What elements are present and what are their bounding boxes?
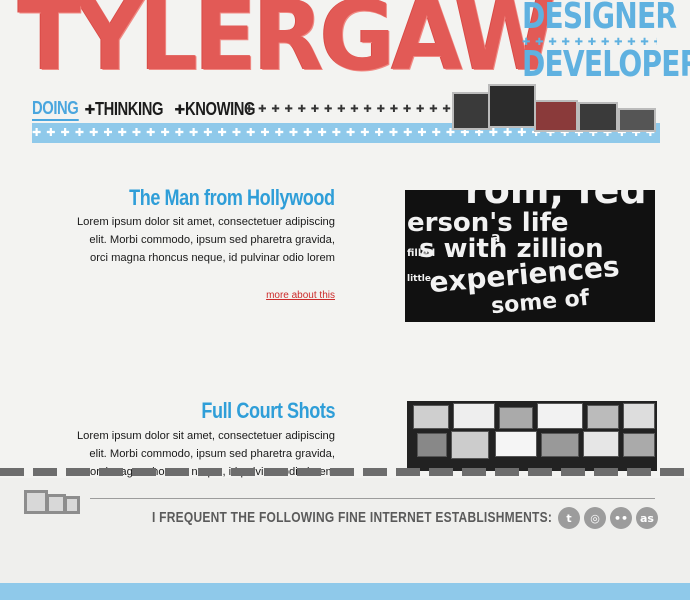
nav-thinking[interactable]: THINKING bbox=[95, 99, 163, 120]
article-title[interactable]: Full Court Shots bbox=[201, 398, 335, 424]
tv-icon bbox=[24, 486, 88, 516]
footer-establishments-text: I FREQUENT THE FOLLOWING FINE INTERNET E… bbox=[151, 509, 552, 526]
tagline-developer: DEVELOPER bbox=[522, 44, 690, 85]
nav-separator-icon: ✚ bbox=[174, 101, 186, 117]
article-excerpt: Lorem ipsum dolor sit amet, consectetuer… bbox=[76, 216, 335, 264]
main-nav: DOING ✚ THINKING ✚ KNOWING bbox=[32, 98, 271, 121]
dribbble-icon[interactable]: ◎ bbox=[584, 507, 606, 529]
social-links: t ◎ •• as bbox=[558, 507, 658, 529]
monitors-illustration bbox=[448, 82, 660, 142]
nav-doing[interactable]: DOING bbox=[32, 98, 79, 121]
flickr-icon[interactable]: •• bbox=[610, 507, 632, 529]
nav-separator-icon: ✚ bbox=[84, 101, 96, 117]
article-thumbnail-2[interactable] bbox=[407, 401, 657, 471]
site-header: TYLERGAW DESIGNER DEVELOPER ✚ ✚ ✚ ✚ ✚ ✚ … bbox=[0, 0, 690, 150]
tagline-ornament: ✚ ✚ ✚ ✚ ✚ ✚ ✚ ✚ ✚ ✚ ✚ ✚ ✚ ✚ ✚ ✚ ✚ ✚ ✚ ✚ … bbox=[522, 37, 657, 48]
nav-ornament: ✚ ✚ ✚ ✚ ✚ ✚ ✚ ✚ ✚ ✚ ✚ ✚ ✚ ✚ ✚ ✚ ✚ ✚ ✚ ✚ … bbox=[245, 104, 455, 115]
site-logo[interactable]: TYLERGAW bbox=[18, 0, 556, 85]
more-about-this-link[interactable]: more about this bbox=[266, 290, 335, 301]
twitter-icon[interactable]: t bbox=[558, 507, 580, 529]
lastfm-icon[interactable]: as bbox=[636, 507, 658, 529]
footer-divider bbox=[0, 468, 690, 476]
article-title[interactable]: The Man from Hollywood bbox=[130, 185, 336, 211]
article-thumbnail-1[interactable]: rom, fed erson's life a filled s with zi… bbox=[405, 190, 655, 322]
site-footer: I FREQUENT THE FOLLOWING FINE INTERNET E… bbox=[0, 478, 690, 600]
tagline-designer: DESIGNER bbox=[522, 0, 677, 37]
footer-bottom-bar bbox=[0, 583, 690, 600]
footer-rule bbox=[90, 498, 655, 499]
